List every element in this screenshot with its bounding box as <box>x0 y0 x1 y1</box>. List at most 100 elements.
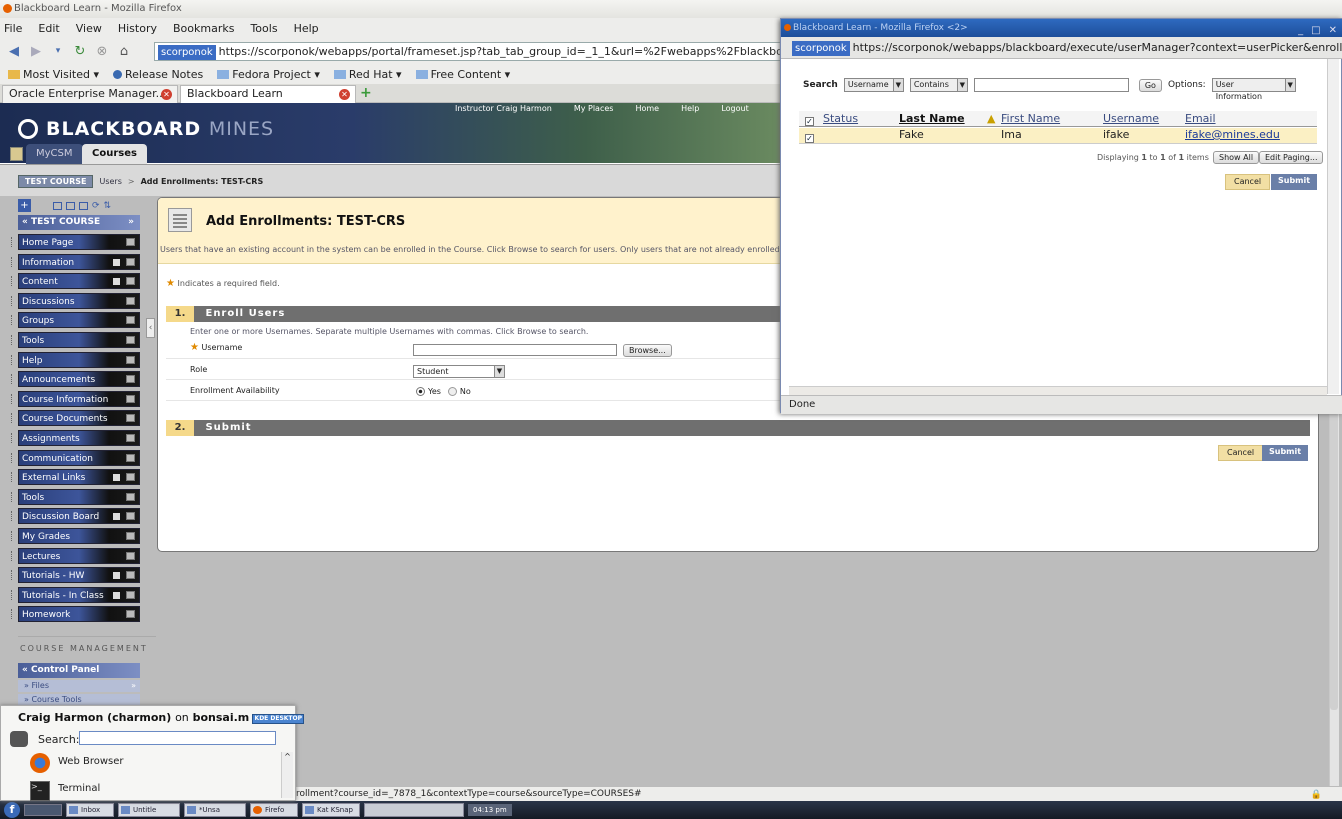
course-menu-item[interactable]: My Grades <box>11 528 140 544</box>
launcher-item-terminal[interactable]: Terminal <box>58 779 100 803</box>
menu-options-icon[interactable] <box>126 610 135 619</box>
row-checkbox[interactable]: ✓ <box>805 134 814 143</box>
drag-handle-icon[interactable] <box>11 452 14 463</box>
clock[interactable]: 04:13 pm <box>468 804 512 816</box>
drag-handle-icon[interactable] <box>11 295 14 306</box>
bookmark-release-notes[interactable]: Release Notes <box>112 68 203 81</box>
col-email[interactable]: Email <box>1185 111 1216 127</box>
control-panel-header[interactable]: « Control Panel <box>18 663 140 678</box>
menu-options-icon[interactable] <box>126 238 135 246</box>
col-last-name[interactable]: Last Name <box>899 111 965 127</box>
edit-paging-button[interactable]: Edit Paging... <box>1259 151 1324 164</box>
tab-oracle[interactable]: Oracle Enterprise Manager... ✕ <box>2 85 178 103</box>
menu-help[interactable]: Help <box>294 22 319 35</box>
menu-options-icon[interactable] <box>126 394 135 403</box>
bookmark-free-content[interactable]: Free Content ▾ <box>415 68 510 81</box>
breadcrumb-users[interactable]: Users <box>99 177 121 186</box>
url-bar[interactable]: scorponok https://scorponok/webapps/porta… <box>154 42 794 61</box>
course-menu-item[interactable]: Course Documents <box>11 410 140 427</box>
instructor-link[interactable]: Instructor Craig Harmon <box>455 104 552 113</box>
drag-handle-icon[interactable] <box>11 374 14 385</box>
refresh-icon[interactable]: ⟳ <box>92 201 100 211</box>
course-menu-item[interactable]: Home Page <box>11 234 140 250</box>
popup-vertical-scrollbar[interactable] <box>1327 59 1339 394</box>
breadcrumb-course[interactable]: TEST COURSE <box>18 175 94 188</box>
menu-options-icon[interactable] <box>126 453 135 462</box>
task-untitled[interactable]: Untitle <box>118 803 180 817</box>
menu-options-icon[interactable] <box>126 551 135 560</box>
bookmark-red-hat[interactable]: Red Hat ▾ <box>333 68 402 81</box>
drag-handle-icon[interactable] <box>11 472 14 483</box>
window-view-icon[interactable] <box>79 201 88 210</box>
drag-handle-icon[interactable] <box>11 276 14 287</box>
cell-email[interactable]: ifake@mines.edu <box>1185 128 1280 144</box>
drag-handle-icon[interactable] <box>11 433 14 443</box>
help-link[interactable]: Help <box>681 104 699 113</box>
search-input[interactable] <box>973 78 1129 92</box>
options-select[interactable]: User Information ▼ <box>1211 78 1296 101</box>
course-menu-item[interactable]: Information <box>11 253 140 270</box>
menu-options-icon[interactable] <box>126 532 135 540</box>
tab-blackboard[interactable]: Blackboard Learn ✕ <box>180 85 356 103</box>
home-link[interactable]: Home <box>635 104 659 113</box>
menu-options-icon[interactable] <box>126 492 135 501</box>
tab-menu-icon[interactable] <box>10 147 23 161</box>
submit-button[interactable]: Submit <box>1262 445 1309 461</box>
logout-link[interactable]: Logout <box>721 104 748 113</box>
stop-icon[interactable]: ⊗ <box>94 43 110 59</box>
task-unsaved[interactable]: *Unsa <box>184 803 246 817</box>
bookmark-fedora-project[interactable]: Fedora Project ▾ <box>217 68 320 81</box>
drag-handle-icon[interactable] <box>11 531 14 541</box>
radio-yes[interactable] <box>416 387 425 396</box>
course-menu-item[interactable]: Discussion Board <box>11 508 140 525</box>
menu-history[interactable]: History <box>118 22 157 35</box>
table-row[interactable]: ✓ Fake Ima ifake ifake@mines.edu <box>799 128 1317 144</box>
folder-view-icon[interactable] <box>53 201 62 210</box>
task-ksnapshot[interactable]: Kat KSnap <box>302 803 360 817</box>
close-tab-icon[interactable]: ✕ <box>161 89 172 100</box>
launcher-scrollbar[interactable]: ^ <box>281 752 293 798</box>
menu-options-icon[interactable] <box>126 512 135 521</box>
menu-options-icon[interactable] <box>126 434 135 442</box>
course-menu-item[interactable]: Tools <box>11 332 140 348</box>
course-menu-item[interactable]: Tutorials - HW <box>11 567 140 584</box>
drag-handle-icon[interactable] <box>11 589 14 600</box>
drag-handle-icon[interactable] <box>11 609 14 620</box>
col-username[interactable]: Username <box>1103 111 1159 127</box>
drag-handle-icon[interactable] <box>11 413 14 424</box>
popup-cancel-button[interactable]: Cancel <box>1225 174 1271 190</box>
my-places-link[interactable]: My Places <box>574 104 614 113</box>
sort-icon[interactable]: ⇅ <box>104 201 112 211</box>
course-menu-item[interactable]: Homework <box>11 606 140 623</box>
search-field-select[interactable]: Username ▼ <box>843 78 904 92</box>
menu-options-icon[interactable] <box>126 336 135 344</box>
course-menu-item[interactable]: Tutorials - In Class <box>11 586 140 603</box>
launcher-search-input[interactable] <box>79 731 276 745</box>
show-all-button[interactable]: Show All <box>1213 151 1260 164</box>
drag-handle-icon[interactable] <box>11 237 14 247</box>
drag-handle-icon[interactable] <box>11 315 14 326</box>
task-inbox[interactable]: Inbox <box>66 803 114 817</box>
history-dropdown-icon[interactable]: ▾ <box>50 43 66 59</box>
col-status[interactable]: Status <box>823 111 858 127</box>
course-menu-item[interactable]: Course Information <box>11 390 140 407</box>
course-menu-item[interactable]: Help <box>11 351 140 368</box>
drag-handle-icon[interactable] <box>11 550 14 561</box>
popup-url-bar[interactable]: scorponok https://scorponok/webapps/black… <box>781 37 1342 59</box>
drag-handle-icon[interactable] <box>11 393 14 404</box>
menu-options-icon[interactable] <box>126 355 135 364</box>
back-icon[interactable]: ◀ <box>6 43 22 59</box>
menu-options-icon[interactable] <box>126 257 135 266</box>
kde-launcher-icon[interactable]: f <box>4 802 20 818</box>
site-identity-badge[interactable]: scorponok <box>158 45 216 60</box>
menu-options-icon[interactable] <box>126 375 135 384</box>
task-firefox[interactable]: Firefo <box>250 803 298 817</box>
course-menu-header[interactable]: « TEST COURSE » <box>18 215 140 230</box>
cp-item-files[interactable]: » Files » <box>18 680 140 692</box>
cancel-button[interactable]: Cancel <box>1218 445 1264 461</box>
col-first-name[interactable]: First Name <box>1001 111 1060 127</box>
drag-handle-icon[interactable] <box>11 335 14 345</box>
menu-bookmarks[interactable]: Bookmarks <box>173 22 234 35</box>
menu-options-icon[interactable] <box>126 414 135 423</box>
menu-options-icon[interactable] <box>126 473 135 482</box>
